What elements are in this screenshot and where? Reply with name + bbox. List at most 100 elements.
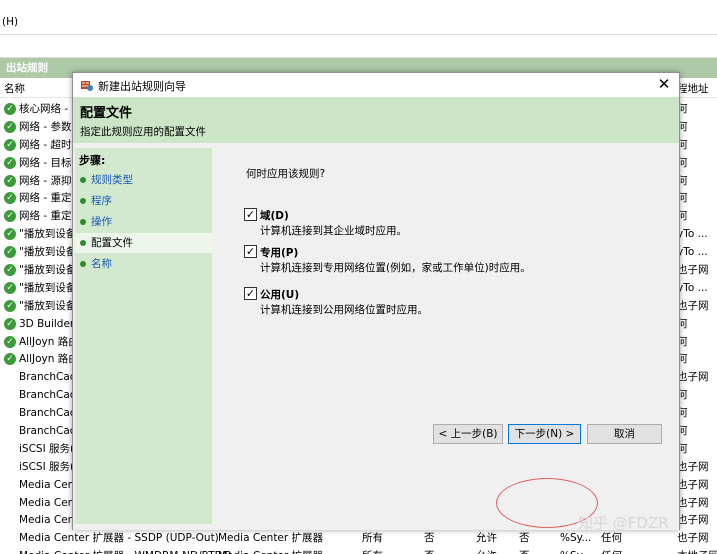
rule-cell: Media Center 扩展器 <box>218 532 324 545</box>
column-name[interactable]: 名称 <box>4 80 25 98</box>
step-action[interactable]: 操作 <box>75 212 212 232</box>
rule-remote-address: 也子网 <box>677 264 709 277</box>
steps-panel: 步骤: 规则类型 程序 操作 配置文件 名称 <box>75 148 212 524</box>
rule-enabled-icon: ✓ <box>4 335 16 348</box>
step-profile[interactable]: 配置文件 <box>75 233 212 253</box>
rule-cell: 任何 <box>601 547 622 554</box>
rule-name: 网络 - 目标 <box>19 156 72 169</box>
bullet-icon <box>80 261 86 267</box>
step-name[interactable]: 名称 <box>75 254 212 274</box>
private-label[interactable]: 专用(P) <box>260 245 298 260</box>
steps-heading: 步骤: <box>79 154 106 167</box>
step-program[interactable]: 程序 <box>75 191 212 211</box>
bullet-icon <box>80 219 86 225</box>
toolbar <box>0 34 717 58</box>
column-remote-address[interactable]: 程地址 <box>677 80 709 98</box>
rule-remote-address: 也子网 <box>677 299 709 312</box>
rule-cell: 否 <box>424 547 435 554</box>
rule-remote-address: yTo ... <box>677 246 708 259</box>
menu-bar[interactable]: (H) <box>0 12 717 34</box>
rule-name: AllJoyn 路由 <box>19 335 79 348</box>
rule-name: 核心网络 - <box>19 103 69 115</box>
rule-name: AllJoyn 路由 <box>19 353 79 366</box>
menu-help[interactable]: (H) <box>2 16 18 28</box>
close-icon[interactable]: ✕ <box>655 75 673 93</box>
rule-name: "播放到设备 <box>19 299 77 312</box>
dialog-body: 步骤: 规则类型 程序 操作 配置文件 名称 何时应用该规则? ✓ 域(D) 计… <box>73 143 679 530</box>
public-label[interactable]: 公用(U) <box>260 287 299 302</box>
page-title: 配置文件 <box>80 106 133 121</box>
rule-enabled-icon: ✓ <box>4 174 16 187</box>
rule-enabled-icon: ✓ <box>4 264 16 277</box>
content-panel: 何时应用该规则? ✓ 域(D) 计算机连接到其企业域时应用。 ✓ 专用(P) 计… <box>215 148 677 524</box>
rule-name: Media Cen <box>19 478 75 491</box>
rule-enabled-icon: ✓ <box>4 281 16 294</box>
rule-name: Media Center 扩展器 - WMDRM-ND/RTP/R... <box>19 547 241 554</box>
domain-description: 计算机连接到其企业域时应用。 <box>260 225 407 237</box>
rule-name: iSCSI 服务( <box>19 442 75 455</box>
rule-cell: 所有 <box>362 532 383 545</box>
rule-name: Media Center 扩展器 - SSDP (UDP-Out) <box>19 532 219 545</box>
rule-remote-address: 也子网 <box>677 371 709 384</box>
next-button[interactable]: 下一步(N) > <box>508 424 581 444</box>
rule-cell: 允许 <box>476 532 497 545</box>
dialog-title: 新建出站规则向导 <box>98 80 186 93</box>
firewall-app-icon <box>81 81 93 91</box>
public-description: 计算机连接到公用网络位置时应用。 <box>260 304 428 316</box>
bullet-icon <box>80 240 86 246</box>
rule-name: iSCSI 服务( <box>19 460 75 473</box>
rule-enabled-icon: ✓ <box>4 192 16 205</box>
rule-name: "播放到设备 <box>19 264 77 277</box>
page-subtitle: 指定此规则应用的配置文件 <box>80 126 206 138</box>
public-checkbox[interactable]: ✓ <box>244 287 257 300</box>
new-outbound-rule-wizard: 新建出站规则向导 ✕ 配置文件 指定此规则应用的配置文件 步骤: 规则类型 程序… <box>72 72 680 530</box>
back-button[interactable]: < 上一步(B) <box>433 424 503 444</box>
rule-enabled-icon: ✓ <box>4 353 16 366</box>
rule-name: 网络 - 超时 <box>19 138 72 151</box>
rule-name: "播放到设备 <box>19 246 77 259</box>
rule-cell: 否 <box>424 532 435 545</box>
domain-checkbox[interactable]: ✓ <box>244 208 257 221</box>
rule-name: 网络 - 重定 <box>19 192 72 205</box>
bullet-icon <box>80 177 86 183</box>
rule-name: "播放到设备 <box>19 228 77 241</box>
rule-name: 网络 - 重定 <box>19 210 72 223</box>
step-rule-type[interactable]: 规则类型 <box>75 170 212 190</box>
question-text: 何时应用该规则? <box>246 168 326 180</box>
rule-cell: 允许 <box>476 547 497 554</box>
rule-cell: 否 <box>519 532 530 545</box>
dialog-titlebar[interactable]: 新建出站规则向导 ✕ <box>73 73 679 97</box>
rule-name: 3D Builder <box>19 317 75 330</box>
rule-remote-address: 也子网 <box>677 532 709 545</box>
dialog-header: 配置文件 指定此规则应用的配置文件 <box>73 97 679 143</box>
rule-name: 网络 - 源抑 <box>19 174 72 187</box>
rule-enabled-icon: ✓ <box>4 103 16 115</box>
rule-remote-address: yTo ... <box>677 281 708 294</box>
domain-label[interactable]: 域(D) <box>260 208 289 223</box>
rule-remote-address: 也子网 <box>677 496 709 509</box>
bullet-icon <box>80 198 86 204</box>
rule-name: 网络 - 参数 <box>19 120 72 133</box>
rule-enabled-icon: ✓ <box>4 299 16 312</box>
rule-remote-address: 也子网 <box>677 478 709 491</box>
rule-cell: Media Center 扩展器 <box>218 547 323 554</box>
rule-name: Media Cen <box>19 496 75 509</box>
rule-enabled-icon: ✓ <box>4 228 16 241</box>
rule-name: Media Cen <box>19 514 75 527</box>
watermark: 知乎 @FDZR <box>578 514 669 532</box>
private-description: 计算机连接到专用网络位置(例如，家或工作单位)时应用。 <box>260 262 531 274</box>
rule-enabled-icon: ✓ <box>4 156 16 169</box>
rule-remote-address: 本地子网 <box>677 547 717 554</box>
rule-enabled-icon: ✓ <box>4 120 16 133</box>
cancel-button[interactable]: 取消 <box>587 424 662 444</box>
rule-remote-address: 也子网 <box>677 514 709 527</box>
rule-remote-address: 也子网 <box>677 460 709 473</box>
rule-enabled-icon: ✓ <box>4 246 16 259</box>
rule-enabled-icon: ✓ <box>4 138 16 151</box>
rule-cell: %Sy... <box>560 547 591 554</box>
table-row[interactable]: Media Center 扩展器 - WMDRM-ND/RTP/R...Medi… <box>0 547 717 554</box>
rule-enabled-icon: ✓ <box>4 317 16 330</box>
rule-enabled-icon: ✓ <box>4 210 16 223</box>
rule-cell: 否 <box>519 547 530 554</box>
private-checkbox[interactable]: ✓ <box>244 245 257 258</box>
